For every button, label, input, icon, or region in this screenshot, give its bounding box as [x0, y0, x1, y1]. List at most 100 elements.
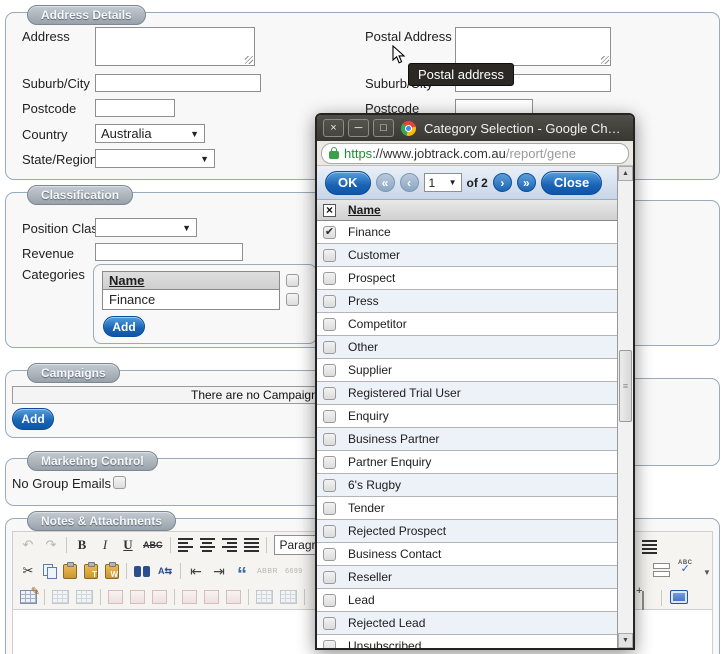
bold-button[interactable]: B [74, 536, 90, 554]
abbr-button[interactable]: ABBR [257, 562, 278, 580]
table-cell-props-button[interactable] [76, 590, 93, 604]
category-row[interactable]: Press [317, 290, 617, 313]
category-row[interactable]: Reseller [317, 566, 617, 589]
table-row-props-button[interactable] [52, 590, 69, 604]
category-checkbox[interactable] [323, 640, 336, 651]
categories-name-header[interactable]: Name [102, 271, 280, 290]
category-row[interactable]: Customer [317, 244, 617, 267]
strikethrough-button[interactable]: ABC [143, 536, 163, 554]
window-minimize-button[interactable]: ─ [348, 119, 369, 137]
underline-button[interactable]: U [120, 536, 136, 554]
category-row[interactable]: Other [317, 336, 617, 359]
category-checkbox[interactable] [323, 456, 336, 469]
paste-word-button[interactable]: W [105, 564, 119, 579]
postal-address-textarea[interactable] [455, 27, 611, 66]
postcode-input[interactable] [95, 99, 175, 117]
find-replace-button[interactable]: A⇆ [157, 562, 173, 580]
ok-button[interactable]: OK [325, 171, 371, 195]
category-checkbox[interactable] [323, 502, 336, 515]
category-row[interactable]: Rejected Prospect [317, 520, 617, 543]
selected-category-checkbox[interactable] [286, 293, 299, 306]
category-checkbox[interactable] [323, 525, 336, 538]
fullscreen-toggle-icon[interactable] [670, 590, 688, 604]
category-checkbox[interactable] [323, 433, 336, 446]
insert-layer-icon[interactable] [642, 591, 644, 610]
find-button[interactable] [134, 566, 150, 577]
name-column-header[interactable]: Name [348, 203, 381, 217]
close-button[interactable]: Close [541, 171, 602, 195]
category-row[interactable]: Prospect [317, 267, 617, 290]
last-page-button[interactable]: » [517, 173, 536, 192]
add-category-button[interactable]: Add [103, 316, 145, 337]
category-checkbox[interactable] [323, 594, 336, 607]
category-row[interactable]: Partner Enquiry [317, 451, 617, 474]
delete-row-button[interactable] [152, 590, 167, 604]
category-checkbox[interactable] [323, 548, 336, 561]
add-campaign-button[interactable]: Add [12, 408, 54, 430]
insert-col-before-button[interactable] [182, 590, 197, 604]
paste-text-button[interactable]: T [84, 564, 98, 579]
align-center-button[interactable] [200, 538, 215, 552]
delete-col-button[interactable] [226, 590, 241, 604]
category-row[interactable]: ✔ Finance [317, 221, 617, 244]
category-row[interactable]: Lead [317, 589, 617, 612]
insert-row-before-button[interactable] [108, 590, 123, 604]
italic-button[interactable]: I [97, 536, 113, 554]
category-row[interactable]: Enquiry [317, 405, 617, 428]
align-justify-button[interactable] [244, 538, 259, 552]
category-row[interactable]: Competitor [317, 313, 617, 336]
window-maximize-button[interactable]: □ [373, 119, 394, 137]
address-textarea[interactable] [95, 27, 255, 66]
category-checkbox[interactable] [323, 295, 336, 308]
spellcheck-dropdown-icon[interactable]: ▼ [699, 563, 715, 581]
prev-page-button[interactable]: ‹ [400, 173, 419, 192]
popup-scrollbar[interactable]: ▲ ≡ ▼ [617, 166, 633, 648]
cut-button[interactable]: ✂ [20, 562, 36, 580]
category-checkbox[interactable] [323, 249, 336, 262]
category-checkbox[interactable] [323, 387, 336, 400]
spellcheck-button[interactable]: ABC ✓ [678, 560, 693, 575]
category-row[interactable]: 6's Rugby [317, 474, 617, 497]
category-row[interactable]: Supplier [317, 359, 617, 382]
category-checkbox[interactable] [323, 364, 336, 377]
resize-grip-icon[interactable] [245, 56, 253, 64]
category-checkbox[interactable] [323, 617, 336, 630]
ordered-list-icon[interactable] [642, 540, 657, 554]
redo-icon[interactable]: ↷ [43, 536, 59, 554]
category-checkbox[interactable]: ✔ [323, 226, 336, 239]
state-region-select[interactable]: ▼ [95, 149, 215, 168]
align-left-button[interactable] [178, 538, 193, 552]
category-header-checkbox[interactable] [286, 274, 299, 287]
no-group-emails-checkbox[interactable] [113, 476, 126, 489]
category-row[interactable]: Unsubscribed [317, 635, 617, 650]
category-checkbox[interactable] [323, 479, 336, 492]
copy-button[interactable] [43, 564, 56, 578]
category-checkbox[interactable] [323, 341, 336, 354]
category-row[interactable]: Business Partner [317, 428, 617, 451]
scrollbar-thumb[interactable]: ≡ [619, 350, 632, 422]
scroll-down-icon[interactable]: ▼ [618, 633, 633, 648]
blockquote-button[interactable]: “ [234, 558, 250, 584]
category-row[interactable]: Business Contact [317, 543, 617, 566]
position-class-select[interactable]: ▼ [95, 218, 197, 237]
first-page-button[interactable]: « [376, 173, 395, 192]
align-right-button[interactable] [222, 538, 237, 552]
insert-table-button[interactable]: ✎ [20, 590, 37, 604]
category-checkbox[interactable] [323, 318, 336, 331]
horizontal-rule-icon[interactable] [653, 563, 670, 577]
category-row[interactable]: Registered Trial User [317, 382, 617, 405]
insert-row-after-button[interactable] [130, 590, 145, 604]
indent-button[interactable]: ⇥ [211, 562, 227, 580]
resize-grip-icon[interactable] [601, 56, 609, 64]
category-checkbox[interactable] [323, 571, 336, 584]
outdent-button[interactable]: ⇤ [188, 562, 204, 580]
page-select[interactable]: 1 ▼ [424, 173, 462, 192]
category-checkbox[interactable] [323, 410, 336, 423]
next-page-button[interactable]: › [493, 173, 512, 192]
window-close-button[interactable]: × [323, 119, 344, 137]
undo-icon[interactable]: ↶ [20, 536, 36, 554]
window-titlebar[interactable]: × ─ □ Category Selection - Google Ch… [317, 115, 633, 141]
category-row[interactable]: Rejected Lead [317, 612, 617, 635]
category-row[interactable]: Tender [317, 497, 617, 520]
select-all-checkbox[interactable]: × [323, 204, 336, 217]
